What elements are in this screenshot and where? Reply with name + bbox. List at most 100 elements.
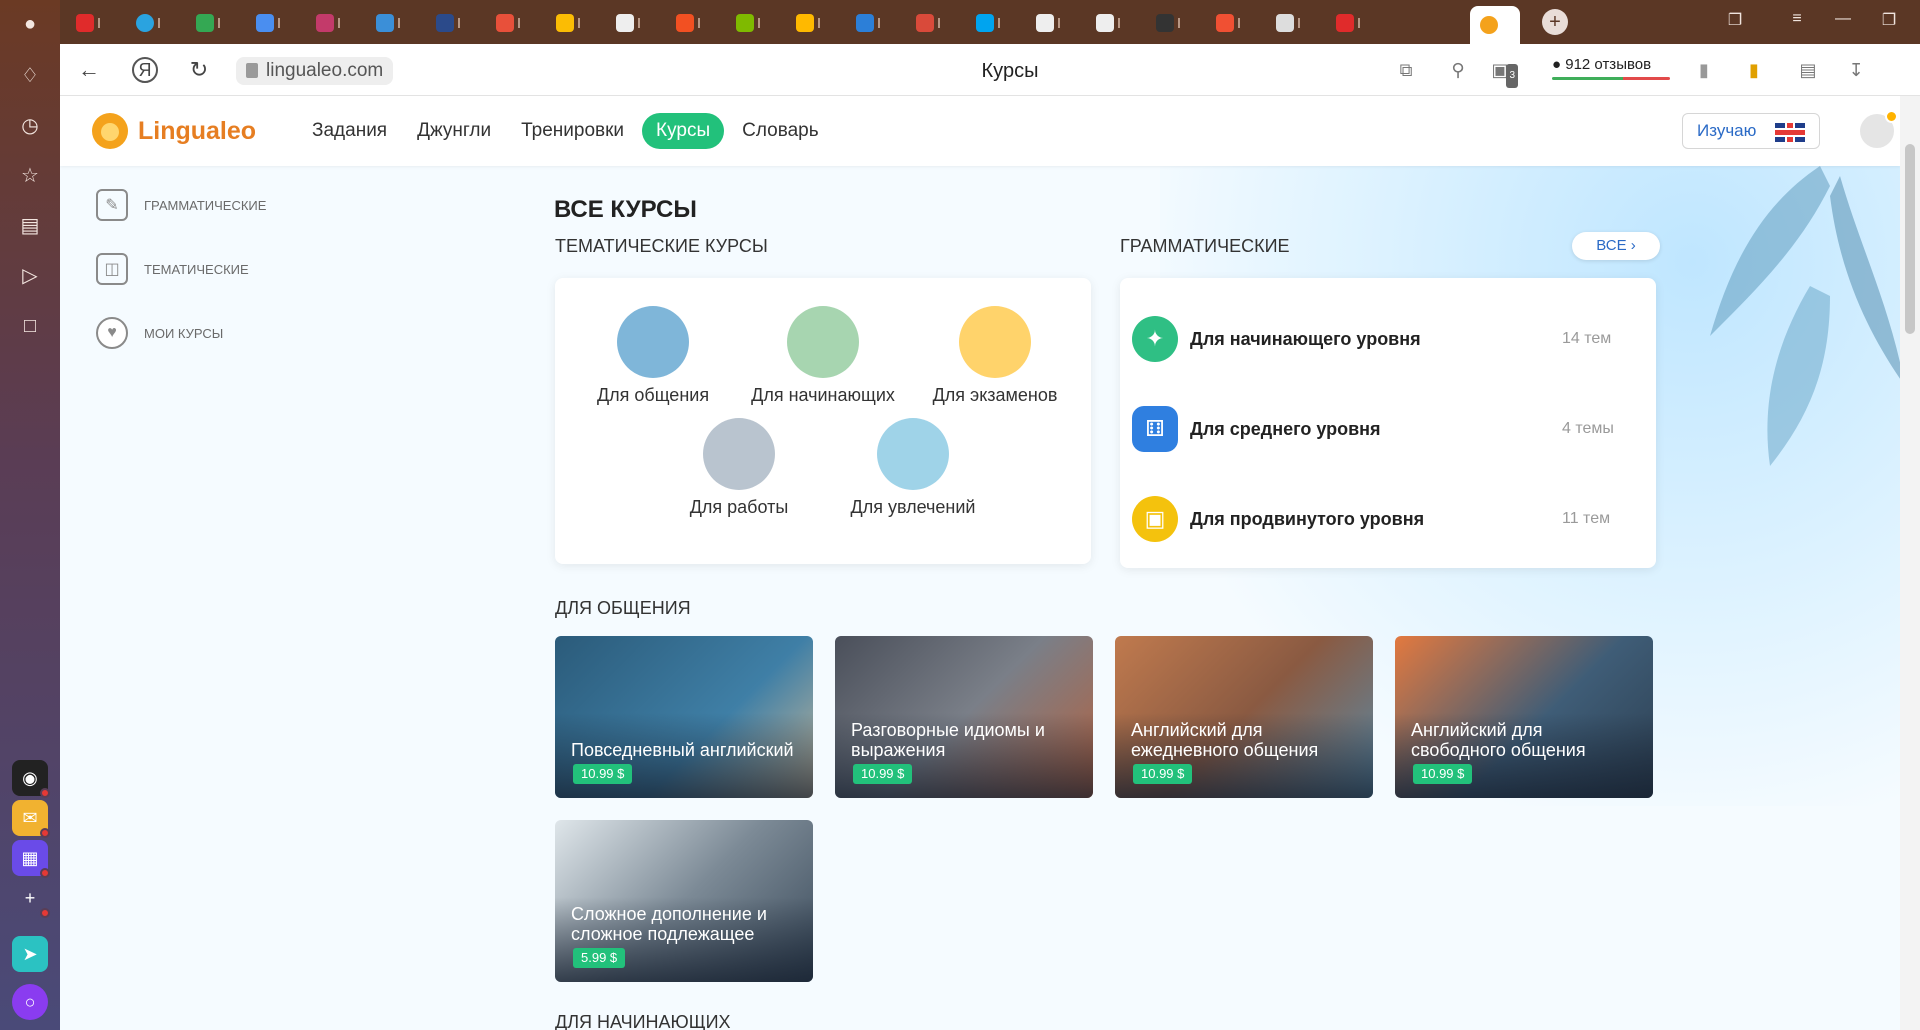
grammar-level-intermediate[interactable]: ⚅ Для среднего уровня 4 темы (1132, 400, 1652, 458)
grammar-level-beginner[interactable]: ✦ Для начинающего уровня 14 тем (1132, 310, 1652, 368)
topic-label: Для экзаменов (932, 385, 1058, 405)
add-app-icon[interactable]: + (12, 880, 50, 918)
history-icon[interactable]: ◷ (18, 114, 42, 138)
back-icon[interactable]: ← (76, 57, 102, 83)
reader-icon[interactable]: ▤ (1796, 58, 1820, 82)
grammar-courses-title: ГРАММАТИЧЕСКИЕ (1120, 236, 1290, 256)
grammar-courses-card: ✦ Для начинающего уровня 14 тем ⚅ Для ср… (1120, 278, 1656, 568)
study-language-button[interactable]: Изучаю (1682, 113, 1820, 149)
tab[interactable] (730, 8, 764, 36)
profile-icon[interactable]: ● (18, 12, 42, 36)
menu-icon[interactable]: ≡ (1786, 10, 1808, 28)
battery-icon[interactable]: ▮ (1742, 58, 1766, 82)
topic-work[interactable]: Для работы (649, 418, 829, 518)
yandex-icon[interactable]: Я (132, 57, 158, 83)
nav-trainings[interactable]: Тренировки (509, 113, 636, 149)
tab[interactable] (1030, 8, 1064, 36)
tab[interactable] (130, 8, 164, 36)
zoom-icon[interactable]: ⚲ (1446, 58, 1470, 82)
send-app-icon[interactable]: ➤ (12, 936, 48, 972)
course-card[interactable]: Английский для свободного общения 10.99 … (1395, 636, 1653, 798)
tab[interactable] (70, 8, 104, 36)
tab[interactable] (490, 8, 524, 36)
play-icon[interactable]: ▷ (18, 264, 42, 288)
calendar-icon[interactable]: □ (18, 314, 42, 338)
url-field[interactable]: lingualeo.com (236, 57, 394, 85)
avatar[interactable] (1860, 110, 1898, 148)
mail-app-icon[interactable]: ✉ (12, 800, 50, 838)
tab[interactable] (250, 8, 284, 36)
nav-jungle[interactable]: Джунгли (405, 113, 503, 149)
thematic-courses-title: ТЕМАТИЧЕСКИЕ КУРСЫ (555, 236, 768, 256)
tab[interactable] (790, 8, 824, 36)
level-count: 14 тем (1562, 330, 1612, 347)
restore-icon[interactable]: ❐ (1878, 10, 1900, 30)
tab[interactable] (670, 8, 704, 36)
star-icon[interactable]: ☆ (18, 164, 42, 188)
nav-courses[interactable]: Курсы (642, 113, 725, 149)
reload-icon[interactable]: ↻ (186, 57, 212, 83)
downloads-counter-icon[interactable]: ▣ 3 (1488, 58, 1518, 88)
tab[interactable] (1330, 8, 1364, 36)
course-card[interactable]: Сложное дополнение и сложное подлежащее … (555, 820, 813, 982)
topic-exams[interactable]: Для экзаменов (905, 306, 1085, 406)
course-card[interactable]: Английский для ежедневного общения 10.99… (1115, 636, 1373, 798)
nav-tasks[interactable]: Задания (300, 113, 399, 149)
uk-flag-icon (1775, 123, 1805, 142)
course-price: 10.99 $ (1413, 764, 1473, 784)
browser-sidebar: ● ♢ ◷ ☆ ▤ ▷ □ ◉ ✉ ▦ + ➤ ○ (0, 0, 60, 1030)
tab[interactable] (970, 8, 1004, 36)
bookmark-icon[interactable]: ▮ (1692, 58, 1716, 82)
collections-icon[interactable]: ▤ (18, 214, 42, 238)
graduation-cap-icon (959, 306, 1031, 378)
all-button-label: ВСЕ (1596, 237, 1627, 254)
tab[interactable] (610, 8, 644, 36)
page-title: Курсы (981, 60, 1039, 82)
reviews-badge[interactable]: ● 912 отзывов (1552, 56, 1651, 73)
tab[interactable] (310, 8, 344, 36)
all-courses-title: ВСЕ КУРСЫ (554, 196, 697, 223)
tab-active[interactable] (1470, 6, 1520, 44)
tab[interactable] (430, 8, 464, 36)
filter-my-courses[interactable]: ♥ МОИ КУРСЫ (80, 308, 310, 358)
all-grammar-button[interactable]: ВСЕ › (1572, 232, 1660, 260)
extension-icon[interactable]: ⧉ (1394, 58, 1418, 82)
lingualeo-logo[interactable]: Lingualeo (92, 113, 256, 149)
course-card[interactable]: Разговорные идиомы и выражения 10.99 $ (835, 636, 1093, 798)
tabs-menu-icon[interactable]: ❐ (1724, 10, 1746, 30)
new-tab-button[interactable]: + (1542, 9, 1568, 35)
thematic-courses-card: Для общения Для начинающих Для экзаменов… (555, 278, 1091, 564)
minimize-icon[interactable]: — (1832, 10, 1854, 28)
palm-leaf-decoration (1710, 166, 1900, 466)
topic-hobbies[interactable]: Для увлечений (823, 418, 1003, 518)
page-scrollbar[interactable] (1900, 96, 1920, 1030)
tab[interactable] (1150, 8, 1184, 36)
level-count: 11 тем (1562, 510, 1611, 527)
tab[interactable] (850, 8, 884, 36)
comment-icon: ● (1552, 56, 1566, 73)
tab[interactable] (1210, 8, 1244, 36)
grammar-level-advanced[interactable]: ▣ Для продвинутого уровня 11 тем (1132, 490, 1652, 548)
tab[interactable] (1090, 8, 1124, 36)
tab-bar: + ❐ ≡ — ❐ ✕ (60, 0, 1920, 44)
counter-badge: 3 (1506, 64, 1518, 88)
course-filter-menu: ✎ ГРАММАТИЧЕСКИЕ ◫ ТЕМАТИЧЕСКИЕ ♥ МОИ КУ… (80, 180, 310, 372)
messenger-app-icon[interactable]: ▦ (12, 840, 50, 878)
tab[interactable] (1270, 8, 1304, 36)
nav-dictionary[interactable]: Словарь (730, 113, 831, 149)
music-app-icon[interactable]: ◉ (12, 760, 50, 798)
course-card[interactable]: Повседневный английский 10.99 $ (555, 636, 813, 798)
scrollbar-thumb[interactable] (1905, 144, 1915, 334)
tab[interactable] (910, 8, 944, 36)
topic-communication[interactable]: Для общения (563, 306, 743, 406)
alice-app-icon[interactable]: ○ (12, 984, 48, 1020)
bell-icon[interactable]: ♢ (18, 64, 42, 88)
download-icon[interactable]: ↧ (1844, 58, 1868, 82)
filter-grammar[interactable]: ✎ ГРАММАТИЧЕСКИЕ (80, 180, 310, 230)
tab[interactable] (190, 8, 224, 36)
filter-thematic[interactable]: ◫ ТЕМАТИЧЕСКИЕ (80, 244, 310, 294)
tab[interactable] (370, 8, 404, 36)
main-nav: Задания Джунгли Тренировки Курсы Словарь (300, 113, 831, 149)
tab[interactable] (550, 8, 584, 36)
topic-beginners[interactable]: Для начинающих (733, 306, 913, 406)
